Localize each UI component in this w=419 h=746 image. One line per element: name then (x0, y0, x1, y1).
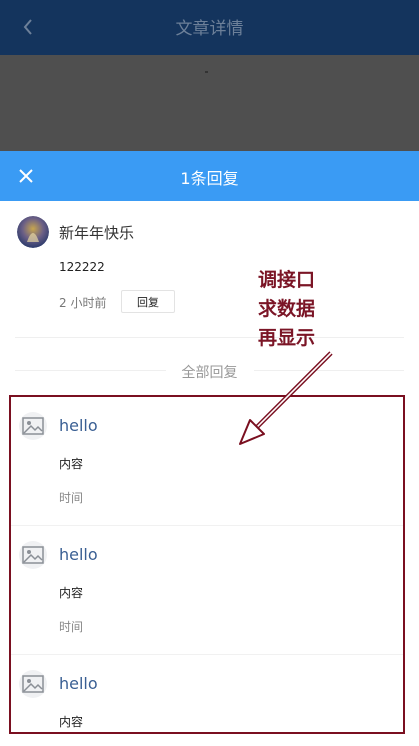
all-replies-label: 全部回复 (165, 365, 254, 381)
annotation-box (9, 395, 405, 734)
comment-content: 122222 (59, 260, 105, 274)
avatar[interactable] (17, 216, 49, 248)
background-header: 文章详情 (0, 0, 419, 55)
background-dot (205, 71, 208, 73)
all-replies-heading: 全部回复 (0, 362, 419, 382)
reply-button[interactable]: 回复 (121, 290, 175, 313)
annotation-line: 求数据 (258, 298, 316, 320)
reply-panel-header: 1条回复 (0, 151, 419, 201)
divider (15, 337, 404, 338)
annotation-text: 调接口 求数据 再显示 (258, 266, 315, 353)
comment-author[interactable]: 新年年快乐 (59, 222, 134, 243)
background-page-title: 文章详情 (175, 19, 244, 39)
background-overlay[interactable] (0, 55, 419, 151)
panel-title: 1条回复 (180, 169, 239, 188)
annotation-line: 调接口 (258, 269, 316, 291)
comment-time: 2 小时前 (59, 296, 107, 310)
annotation-line: 再显示 (258, 327, 316, 349)
